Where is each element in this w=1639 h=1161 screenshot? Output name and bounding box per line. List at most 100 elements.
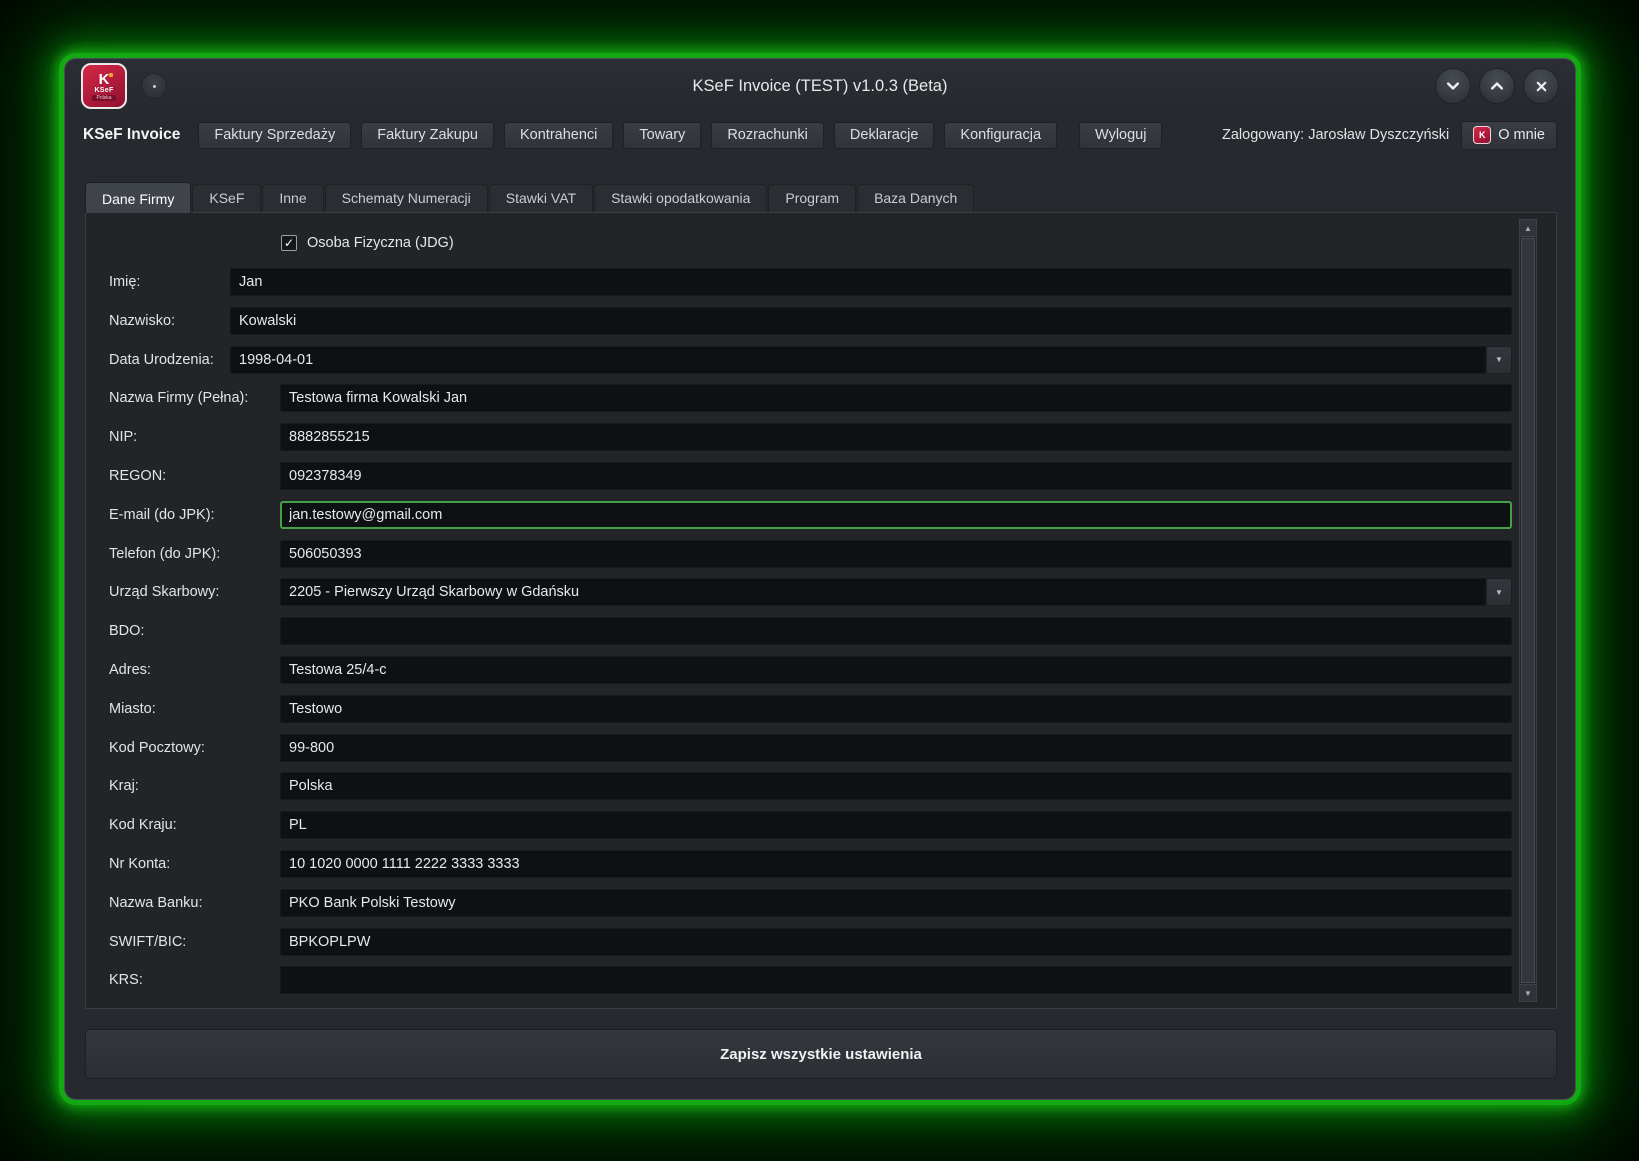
app-brand: KSeF Invoice [83,126,180,144]
form-row-kraj: Kraj: [109,772,1512,800]
email-input[interactable] [280,501,1512,529]
tab-baza-danych[interactable]: Baza Danych [857,184,974,212]
nav-wyloguj-button[interactable]: Wyloguj [1079,122,1162,149]
form-row-nr-konta: Nr Konta: [109,850,1512,878]
kraj-input[interactable] [280,772,1512,800]
kod-pocztowy-label: Kod Pocztowy: [109,740,280,756]
tab-stawki-opodatkowania[interactable]: Stawki opodatkowania [594,184,767,212]
swift-label: SWIFT/BIC: [109,934,280,950]
nav-konfiguracja-button[interactable]: Konfiguracja [944,122,1057,149]
nazwa-firmy-label: Nazwa Firmy (Pełna): [109,390,280,406]
scrollbar-up-button[interactable]: ▲ [1520,220,1536,237]
nr-konta-label: Nr Konta: [109,856,280,872]
krs-input[interactable] [280,966,1512,994]
titlebar: K KSeF Polska KSeF Invoice (TEST) v1.0.3… [65,59,1575,113]
nazwa-banku-label: Nazwa Banku: [109,895,280,911]
ksef-logo-text: KSeF [94,87,113,95]
nazwa-firmy-input[interactable] [280,384,1512,412]
form-row-bdo: BDO: [109,617,1512,645]
regon-input[interactable] [280,462,1512,490]
kraj-label: Kraj: [109,778,280,794]
about-button[interactable]: K O mnie [1461,121,1557,150]
nip-label: NIP: [109,429,280,445]
triangle-down-icon: ▼ [1524,989,1532,998]
nip-input[interactable] [280,423,1512,451]
form-row-nazwisko: Nazwisko: [109,307,1512,335]
window-close-button[interactable] [1523,68,1559,104]
app-window: K KSeF Polska KSeF Invoice (TEST) v1.0.3… [64,58,1576,1100]
tab-dane-firmy[interactable]: Dane Firmy [85,182,191,213]
osoba-fizyczna-checkbox[interactable]: ✓ [281,235,297,251]
email-label: E-mail (do JPK): [109,507,280,523]
form-row-swift: SWIFT/BIC: [109,928,1512,956]
swift-input[interactable] [280,928,1512,956]
nav-deklaracje-button[interactable]: Deklaracje [834,122,935,149]
chevron-down-icon [1445,78,1461,94]
nazwisko-label: Nazwisko: [109,313,230,329]
company-data-panel: ✓ Osoba Fizyczna (JDG) Imię: Nazwisko: D… [85,212,1557,1009]
tab-stawki-vat[interactable]: Stawki VAT [489,184,593,212]
about-button-label: O mnie [1498,127,1545,143]
navbar-right: Zalogowany: Jarosław Dyszczyński K O mni… [1222,121,1557,150]
ksef-logo-icon: K KSeF Polska [81,63,127,109]
tab-program[interactable]: Program [768,184,856,212]
nazwa-banku-input[interactable] [280,889,1512,917]
form-row-data-urodzenia: Data Urodzenia: ▼ [109,346,1512,374]
urzad-skarbowy-dropdown-button[interactable]: ▼ [1486,578,1512,606]
kod-pocztowy-input[interactable] [280,734,1512,762]
checkbox-row: ✓ Osoba Fizyczna (JDG) [281,233,1512,253]
imie-input[interactable] [230,268,1512,296]
data-urodzenia-input[interactable] [230,346,1486,374]
form-row-nazwa-firmy: Nazwa Firmy (Pełna): [109,384,1512,412]
form-row-kod-kraju: Kod Kraju: [109,811,1512,839]
regon-label: REGON: [109,468,280,484]
chevron-up-icon [1489,78,1505,94]
save-all-settings-button[interactable]: Zapisz wszystkie ustawienia [85,1029,1557,1079]
nr-konta-input[interactable] [280,850,1512,878]
urzad-skarbowy-label: Urząd Skarbowy: [109,584,280,600]
nav-faktury-zakupu-button[interactable]: Faktury Zakupu [361,122,494,149]
window-controls [1435,68,1559,104]
nav-kontrahenci-button[interactable]: Kontrahenci [504,122,613,149]
form-row-nazwa-banku: Nazwa Banku: [109,889,1512,917]
telefon-label: Telefon (do JPK): [109,546,280,562]
form-row-imie: Imię: [109,268,1512,296]
telefon-input[interactable] [280,540,1512,568]
data-urodzenia-dropdown-button[interactable]: ▼ [1486,346,1512,374]
form-row-email: E-mail (do JPK): [109,501,1512,529]
osoba-fizyczna-label: Osoba Fizyczna (JDG) [307,235,454,251]
scrollbar-down-button[interactable]: ▼ [1520,984,1536,1001]
nav-rozrachunki-button[interactable]: Rozrachunki [711,122,824,149]
tab-schematy-numeracji[interactable]: Schematy Numeracji [325,184,488,212]
triangle-up-icon: ▲ [1524,224,1532,233]
miasto-input[interactable] [280,695,1512,723]
vertical-scrollbar[interactable]: ▲ ▼ [1519,219,1537,1002]
form-row-urzad-skarbowy: Urząd Skarbowy: ▼ [109,578,1512,606]
close-icon [1534,79,1549,94]
bdo-label: BDO: [109,623,280,639]
ksef-logo-subtext: Polska [92,95,115,101]
nav-towary-button[interactable]: Towary [623,122,701,149]
dropdown-arrow-icon: ▼ [1495,588,1503,597]
form-row-nip: NIP: [109,423,1512,451]
ksef-mini-logo-icon: K [1473,126,1491,144]
scrollbar-track[interactable] [1520,237,1536,984]
nav-faktury-sprzedazy-button[interactable]: Faktury Sprzedaży [198,122,351,149]
scrollbar-thumb[interactable] [1521,238,1535,983]
settings-tabbar: Dane Firmy KSeF Inne Schematy Numeracji … [85,183,1575,212]
window-roll-down-button[interactable] [1435,68,1471,104]
tab-ksef[interactable]: KSeF [192,184,261,212]
tray-dot-button[interactable] [141,73,167,99]
dot-icon [153,85,156,88]
bdo-input[interactable] [280,617,1512,645]
adres-input[interactable] [280,656,1512,684]
kod-kraju-label: Kod Kraju: [109,817,280,833]
kod-kraju-input[interactable] [280,811,1512,839]
ksef-logo-glyph: K [99,72,110,87]
tab-inne[interactable]: Inne [262,184,323,212]
nazwisko-input[interactable] [230,307,1512,335]
form-row-miasto: Miasto: [109,695,1512,723]
window-roll-up-button[interactable] [1479,68,1515,104]
main-navbar: KSeF Invoice Faktury Sprzedaży Faktury Z… [65,113,1575,157]
urzad-skarbowy-input[interactable] [280,578,1486,606]
